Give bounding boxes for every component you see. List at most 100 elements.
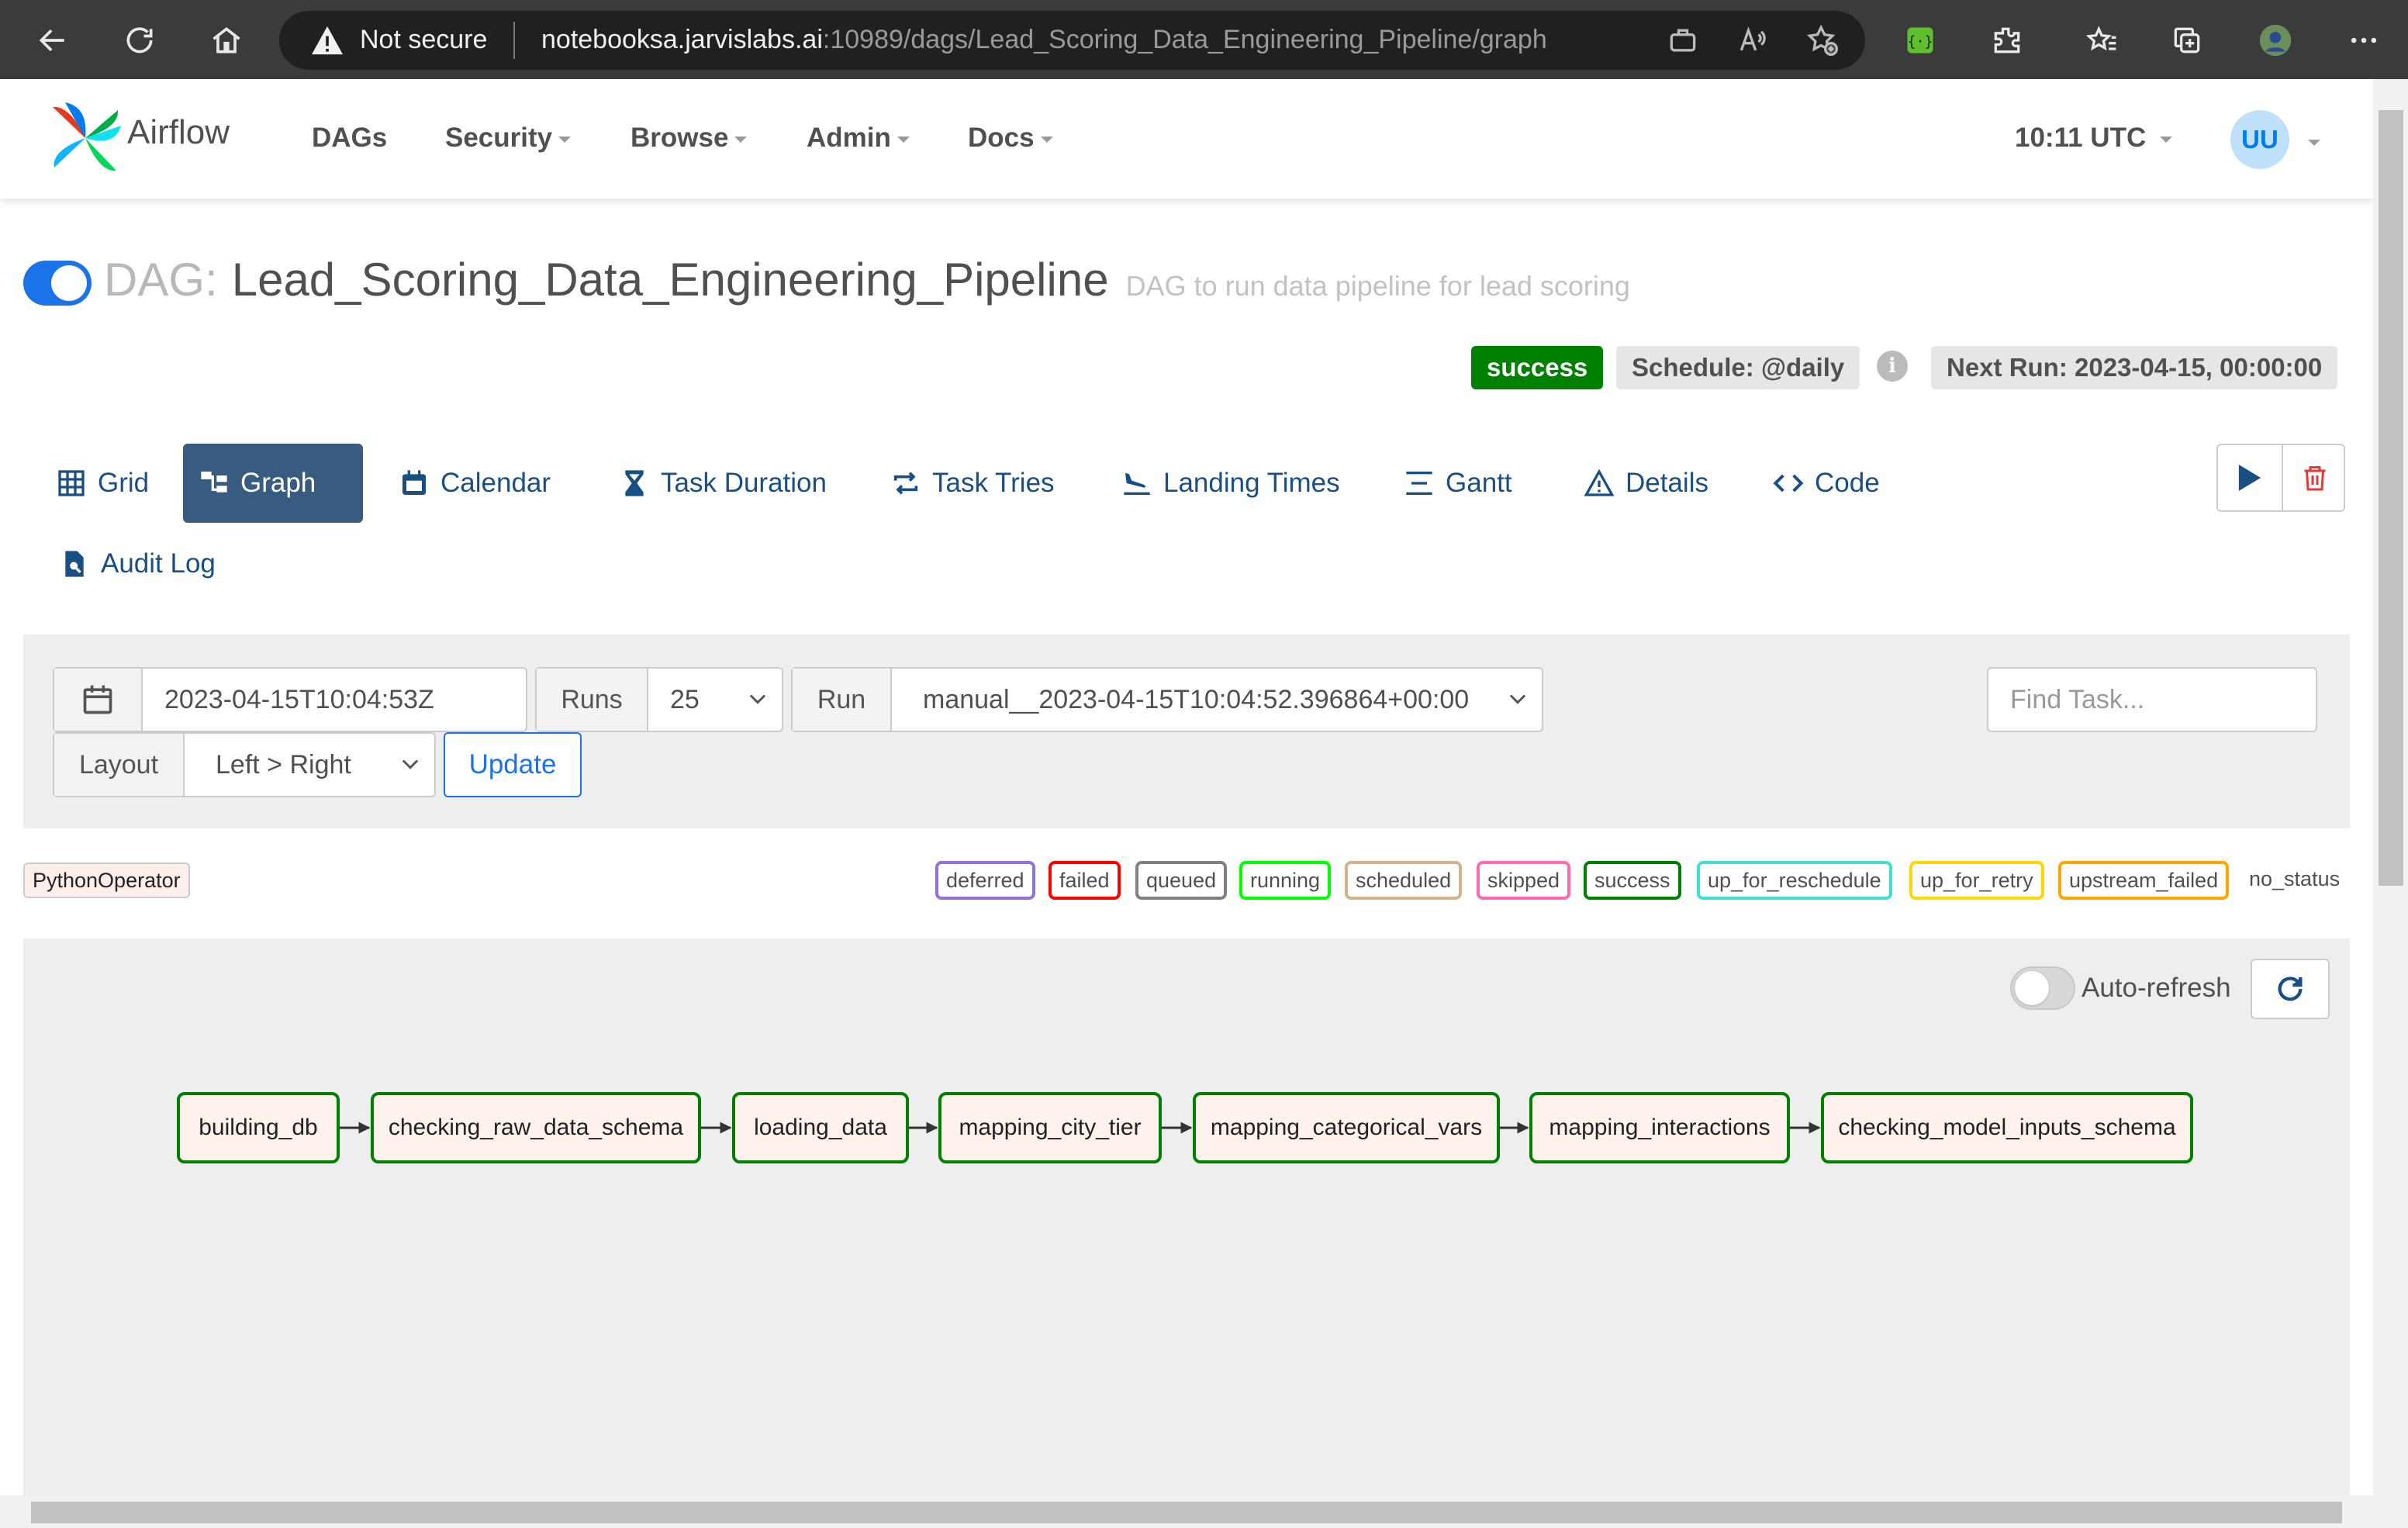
base-date-picker[interactable]: 2023-04-15T10:04:53Z [53, 667, 527, 732]
state-legend-deferred[interactable]: deferred [935, 861, 1035, 900]
next-run-badge: Next Run: 2023-04-15, 00:00:00 [1931, 346, 2338, 389]
dag-name[interactable]: Lead_Scoring_Data_Engineering_Pipeline [232, 253, 1109, 306]
app-available-icon[interactable] [1660, 17, 1706, 64]
profile-avatar-icon[interactable] [2252, 17, 2299, 64]
nav-browse[interactable]: Browse [631, 123, 748, 154]
warning-icon [312, 26, 343, 55]
horizontal-scrollbar[interactable] [0, 1495, 2373, 1528]
state-legend-failed[interactable]: failed [1049, 861, 1121, 900]
tab-task-duration[interactable]: Task Duration [603, 444, 842, 523]
tab-task-tries[interactable]: Task Tries [875, 444, 1070, 523]
state-legend-skipped[interactable]: skipped [1477, 861, 1571, 900]
layout-select[interactable]: Layout Left > Right [53, 732, 436, 797]
back-arrow-icon[interactable] [29, 17, 76, 64]
brand-name[interactable]: Airflow [127, 113, 230, 152]
task-node-mapping-categorical-vars[interactable]: mapping_categorical_vars [1193, 1092, 1500, 1163]
update-button[interactable]: Update [444, 732, 582, 797]
tab-details[interactable]: Details [1568, 444, 1724, 523]
svg-text:{·}: {·} [1907, 33, 1933, 50]
state-legend-scheduled[interactable]: scheduled [1345, 861, 1463, 900]
user-avatar[interactable]: UU [2230, 110, 2289, 169]
run-value[interactable]: manual__2023-04-15T10:04:52.396864+00:00 [892, 685, 1509, 715]
nav-docs[interactable]: Docs [968, 123, 1053, 154]
dag-pause-toggle[interactable] [23, 261, 92, 306]
chevron-down-icon [558, 137, 572, 143]
nav-admin[interactable]: Admin [807, 123, 910, 154]
trigger-dag-button[interactable] [2218, 445, 2282, 510]
chevron-down-icon [402, 759, 419, 769]
page-title: DAG: Lead_Scoring_Data_Engineering_Pipel… [104, 253, 1630, 306]
tab-audit-log[interactable]: Audit Log [43, 524, 231, 603]
run-select[interactable]: Run manual__2023-04-15T10:04:52.396864+0… [791, 667, 1543, 732]
calendar-icon[interactable] [54, 669, 143, 731]
state-legend-up-for-retry[interactable]: up_for_retry [1909, 861, 2044, 900]
extension-brackets-icon[interactable]: {·} [1897, 17, 1943, 64]
address-bar[interactable]: Not secure notebooksa.jarvislabs.ai:1098… [279, 11, 1865, 70]
hourglass-icon [625, 470, 644, 496]
favorites-icon[interactable] [2078, 17, 2125, 64]
play-icon [2238, 465, 2261, 491]
nav-dags[interactable]: DAGs [312, 123, 387, 154]
utc-clock[interactable]: 10:11 UTC [2015, 123, 2173, 154]
code-icon [1773, 474, 1804, 493]
runs-select[interactable]: Runs 25 [535, 667, 783, 732]
tab-gantt[interactable]: Gantt [1388, 444, 1528, 523]
tab-graph[interactable]: Graph [183, 444, 363, 523]
url-text[interactable]: notebooksa.jarvislabs.ai:10989/dags/Lead… [541, 25, 1547, 55]
legend-no-status[interactable]: no_status [2249, 867, 2340, 891]
auto-refresh-label: Auto-refresh [2082, 973, 2231, 1003]
layout-value[interactable]: Left > Right [185, 750, 402, 780]
find-task-input[interactable] [1987, 667, 2317, 732]
airflow-navbar: Airflow DAGs Security Browse Admin Docs … [0, 79, 2373, 199]
tab-code[interactable]: Code [1757, 444, 1895, 523]
address-divider [513, 22, 515, 59]
nav-security[interactable]: Security [445, 123, 572, 154]
chevron-down-icon[interactable] [2308, 140, 2320, 146]
more-menu-icon[interactable] [2341, 17, 2387, 64]
chevron-down-icon [1040, 137, 1053, 143]
task-node-loading-data[interactable]: loading_data [732, 1092, 909, 1163]
tab-calendar[interactable]: Calendar [383, 444, 566, 523]
runs-value[interactable]: 25 [648, 685, 749, 715]
state-legend-queued[interactable]: queued [1135, 861, 1228, 900]
browser-toolbar: Not secure notebooksa.jarvislabs.ai:1098… [0, 0, 2408, 79]
chevron-down-icon [897, 137, 910, 143]
reload-icon[interactable] [116, 17, 163, 64]
schedule-badge: Schedule: @daily [1616, 346, 1860, 389]
chevron-down-icon [1509, 694, 1526, 704]
plane-landing-icon [1124, 472, 1150, 495]
task-node-checking-raw-data-schema[interactable]: checking_raw_data_schema [371, 1092, 701, 1163]
auto-refresh-toggle[interactable] [2010, 966, 2075, 1010]
info-icon[interactable]: i [1877, 351, 1908, 382]
tab-landing-times[interactable]: Landing Times [1106, 444, 1356, 523]
collections-icon[interactable] [2164, 17, 2210, 64]
file-search-icon [65, 551, 84, 577]
refresh-button[interactable] [2251, 959, 2330, 1019]
task-node-checking-model-inputs-schema[interactable]: checking_model_inputs_schema [1821, 1092, 2193, 1163]
airflow-pinwheel-icon[interactable] [47, 99, 124, 177]
base-date-value[interactable]: 2023-04-15T10:04:53Z [143, 685, 526, 715]
horizontal-scroll-thumb[interactable] [31, 1502, 2342, 1523]
read-aloud-icon[interactable] [1729, 17, 1776, 64]
add-favorite-icon[interactable] [1799, 17, 1846, 64]
task-node-mapping-interactions[interactable]: mapping_interactions [1529, 1092, 1790, 1163]
operator-legend-pythonoperator[interactable]: PythonOperator [23, 863, 190, 898]
grid-icon [58, 470, 85, 496]
state-legend-upstream-failed[interactable]: upstream_failed [2058, 861, 2230, 900]
task-node-building-db[interactable]: building_db [177, 1092, 340, 1163]
graph-icon [201, 472, 227, 493]
state-legend-up-for-reschedule[interactable]: up_for_reschedule [1697, 861, 1892, 900]
task-node-mapping-city-tier[interactable]: mapping_city_tier [938, 1092, 1162, 1163]
graph-canvas[interactable] [23, 939, 2350, 1497]
extensions-puzzle-icon[interactable] [1984, 17, 2030, 64]
state-legend-success[interactable]: success [1584, 861, 1681, 900]
security-label[interactable]: Not secure [360, 25, 487, 55]
tab-grid[interactable]: Grid [40, 444, 164, 523]
state-legend-running[interactable]: running [1239, 861, 1332, 900]
vertical-scrollbar[interactable] [2373, 79, 2408, 1528]
warning-triangle-icon [1584, 468, 1615, 496]
refresh-icon [2278, 977, 2303, 1001]
vertical-scroll-thumb[interactable] [2379, 110, 2403, 886]
home-icon[interactable] [203, 17, 250, 64]
delete-dag-button[interactable] [2283, 445, 2347, 510]
